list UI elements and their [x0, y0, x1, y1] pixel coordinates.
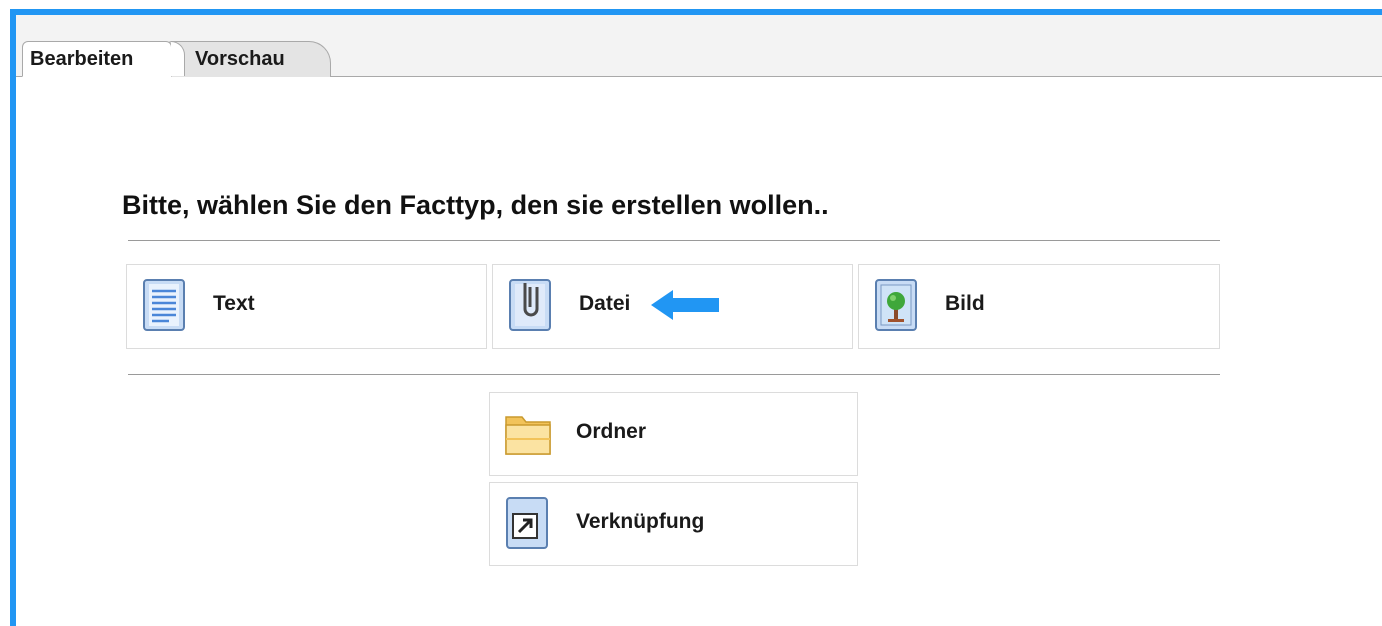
divider-middle	[128, 374, 1220, 375]
fact-type-bild-label: Bild	[945, 292, 985, 315]
image-picture-icon	[875, 279, 917, 331]
page-title: Bitte, wählen Sie den Facttyp, den sie e…	[122, 190, 829, 220]
shortcut-link-icon	[506, 497, 548, 549]
tab-bearbeiten[interactable]: Bearbeiten	[22, 41, 185, 77]
fact-type-text-label: Text	[213, 292, 255, 315]
fact-type-ordner-button[interactable]: Ordner	[489, 392, 858, 476]
text-document-icon	[143, 279, 185, 331]
arrow-left-icon	[651, 290, 719, 320]
fact-type-ordner-label: Ordner	[576, 420, 647, 443]
tab-vorschau-label: Vorschau	[195, 48, 285, 70]
tab-bar: Vorschau Bearbeiten	[16, 15, 1382, 77]
divider-top	[128, 240, 1220, 241]
fact-type-verknuepfung-label: Verknüpfung	[576, 510, 705, 533]
fact-type-bild-button[interactable]: Bild	[858, 264, 1220, 349]
editor-panel: Vorschau Bearbeiten Bitte, wählen Sie de…	[10, 9, 1382, 626]
tab-bearbeiten-label: Bearbeiten	[30, 48, 134, 70]
fact-type-datei-label: Datei	[579, 292, 631, 315]
file-attachment-icon	[509, 279, 551, 331]
fact-type-verknuepfung-button[interactable]: Verknüpfung	[489, 482, 858, 566]
folder-icon	[505, 416, 551, 455]
tab-vorschau[interactable]: Vorschau	[166, 41, 331, 77]
fact-type-text-button[interactable]: Text	[126, 264, 487, 349]
